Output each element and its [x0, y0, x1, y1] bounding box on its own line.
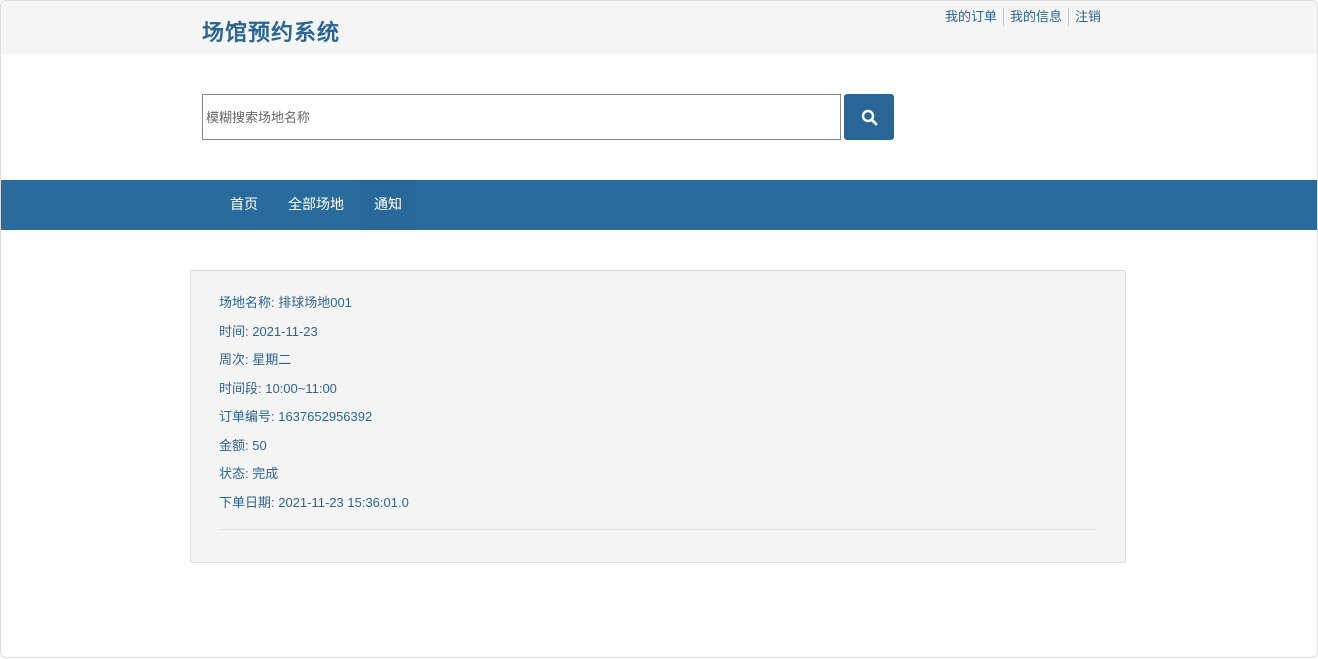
my-orders-link[interactable]: 我的订单: [939, 8, 1003, 26]
order-created-date: 下单日期: 2021-11-23 15:36:01.0: [219, 494, 409, 510]
amount: 金额: 50: [219, 437, 267, 453]
search-button[interactable]: [844, 94, 894, 140]
search-input[interactable]: [202, 94, 841, 140]
order-number: 订单编号: 1637652956392: [219, 409, 373, 424]
main-nav: 首页 全部场地 通知: [1, 180, 1317, 230]
nav-items: 首页 全部场地 通知: [215, 180, 417, 230]
search-bar: [202, 94, 894, 140]
order-status: 状态: 完成: [219, 466, 279, 481]
site-title[interactable]: 场馆预约系统: [202, 15, 340, 47]
my-info-link[interactable]: 我的信息: [1004, 8, 1068, 26]
top-header: 场馆预约系统 我的订单 我的信息 注销: [1, 1, 1317, 54]
order-detail-panel: 场地名称: 排球场地001 时间: 2021-11-23 周次: 星期二 时间段…: [190, 270, 1126, 563]
order-detail-list: 场地名称: 排球场地001 时间: 2021-11-23 周次: 星期二 时间段…: [219, 289, 409, 517]
weekday: 周次: 星期二: [219, 352, 292, 367]
order-date-field: 时间: 2021-11-23: [219, 323, 318, 339]
nav-item-home[interactable]: 首页: [215, 180, 273, 230]
search-icon: [861, 109, 877, 125]
nav-item-notice[interactable]: 通知: [359, 180, 417, 230]
nav-item-all-venues[interactable]: 全部场地: [273, 180, 359, 230]
user-links: 我的订单 我的信息 注销: [939, 8, 1107, 26]
venue-name: 场地名称: 排球场地001: [219, 295, 352, 310]
page: 场馆预约系统 我的订单 我的信息 注销 首页 全部场地 通知 场地名称: 排球场…: [0, 0, 1318, 658]
divider: [219, 529, 1097, 530]
time-slot: 时间段: 10:00~11:00: [219, 380, 337, 396]
logout-link[interactable]: 注销: [1069, 8, 1107, 26]
